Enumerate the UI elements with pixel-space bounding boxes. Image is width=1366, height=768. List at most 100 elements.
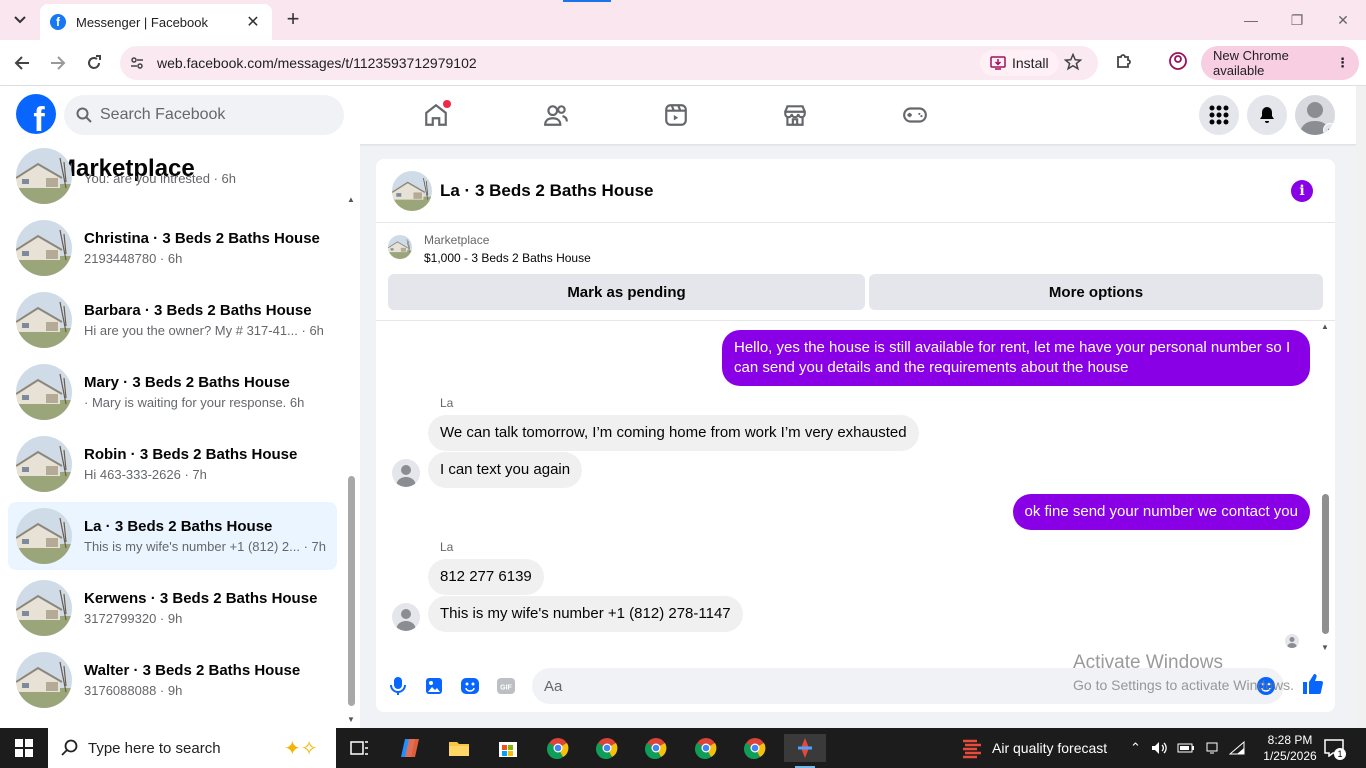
chrome-profile-1-app[interactable]: [540, 734, 576, 762]
message-bubble-outgoing[interactable]: ok fine send your number we contact you: [1012, 494, 1310, 530]
conversation-item[interactable]: Barbara · 3 Beds 2 Baths House Hi are you…: [8, 286, 337, 354]
listing-thumbnail: [16, 292, 72, 348]
install-app-button[interactable]: Install: [980, 50, 1059, 76]
copilot-app[interactable]: [392, 734, 428, 762]
attach-photo-button[interactable]: [422, 674, 446, 698]
restore-icon[interactable]: ❐: [1274, 0, 1320, 40]
home-nav[interactable]: [421, 100, 451, 130]
message-bubble-incoming[interactable]: I can text you again: [428, 452, 583, 488]
system-clock[interactable]: 8:28 PM 1/25/2026: [1260, 732, 1320, 764]
minimize-icon[interactable]: —: [1228, 0, 1274, 40]
task-view-button[interactable]: [342, 734, 378, 762]
chrome-profile-5-app[interactable]: [737, 734, 773, 762]
extensions-icon[interactable]: [1114, 51, 1134, 71]
taskbar-search-input[interactable]: [88, 739, 258, 757]
notifications-button[interactable]: [1247, 95, 1287, 135]
facebook-search-input[interactable]: [100, 106, 320, 124]
chevron-up-icon[interactable]: ⌃: [1130, 740, 1141, 756]
message-bubble-incoming[interactable]: This is my wife's number +1 (812) 278-11…: [428, 596, 743, 632]
scrollbar-thumb[interactable]: [348, 476, 355, 706]
conversation-item[interactable]: La · 3 Beds 2 Baths House This is my wife…: [8, 502, 337, 570]
notification-center-button[interactable]: 1: [1322, 736, 1346, 760]
speaker-icon[interactable]: [1151, 741, 1167, 755]
conversation-item[interactable]: You: are you intrested · 6h: [8, 144, 337, 210]
new-chrome-available-button[interactable]: New Chrome available ⋮: [1201, 46, 1359, 80]
file-explorer-app[interactable]: [441, 734, 477, 762]
conversation-item[interactable]: Mary · 3 Beds 2 Baths House · Mary is wai…: [8, 358, 337, 426]
sender-avatar[interactable]: [392, 459, 420, 487]
facebook-logo[interactable]: f: [16, 94, 56, 134]
message-thread-scrollbar[interactable]: ▲ ▼: [1320, 322, 1332, 652]
conversation-info: Robin · 3 Beds 2 Baths House Hi 463-333-2…: [84, 446, 297, 482]
message-bubble-outgoing[interactable]: Hello, yes the house is still available …: [722, 330, 1310, 386]
page-scrollbar[interactable]: [1356, 86, 1366, 728]
tab-search-button[interactable]: [8, 8, 32, 32]
message-bubble-incoming[interactable]: We can talk tomorrow, I’m coming home fr…: [428, 415, 919, 451]
gaming-nav[interactable]: [900, 100, 930, 130]
close-window-icon[interactable]: ✕: [1320, 0, 1366, 40]
scrollbar-thumb[interactable]: [1322, 494, 1329, 634]
wifi-icon[interactable]: [1228, 741, 1245, 755]
start-button[interactable]: [0, 728, 48, 768]
sticker-button[interactable]: [458, 674, 482, 698]
scroll-down-icon[interactable]: ▼: [347, 715, 355, 724]
conversation-list-scrollbar[interactable]: ▲ ▼: [344, 194, 358, 728]
url-text: web.facebook.com/messages/t/112359371297…: [157, 55, 477, 71]
message-input-box[interactable]: [532, 668, 1284, 704]
browser-tab[interactable]: f Messenger | Facebook ✕: [40, 4, 272, 40]
chat-avatar[interactable]: [392, 170, 432, 211]
conversation-item[interactable]: Kerwens · 3 Beds 2 Baths House 3172799320…: [8, 574, 337, 642]
taskbar-search[interactable]: ✦✧: [48, 728, 336, 768]
more-options-button[interactable]: More options: [869, 274, 1323, 310]
friends-nav[interactable]: [541, 100, 571, 130]
battery-icon[interactable]: [1177, 743, 1195, 753]
facebook-search[interactable]: [64, 95, 344, 135]
new-tab-button[interactable]: +: [282, 8, 304, 30]
active-app[interactable]: [784, 734, 826, 768]
profile-icon[interactable]: [1168, 51, 1188, 71]
chat-title[interactable]: La · 3 Beds 2 Baths House: [440, 181, 654, 201]
omnibox[interactable]: web.facebook.com/messages/t/112359371297…: [120, 46, 1098, 80]
video-nav[interactable]: [661, 100, 691, 130]
conversation-item[interactable]: Robin · 3 Beds 2 Baths House Hi 463-333-2…: [8, 430, 337, 498]
conversation-preview: Hi are you the owner? My # 317-41... · 6…: [84, 323, 324, 338]
microsoft-store-app[interactable]: [490, 734, 526, 762]
scroll-up-icon[interactable]: ▲: [1321, 322, 1329, 331]
weather-widget[interactable]: Air quality forecast: [960, 728, 1107, 768]
emoji-button[interactable]: [1256, 676, 1276, 696]
facebook-logo-letter: f: [33, 101, 45, 134]
install-label: Install: [1012, 55, 1049, 71]
send-like-button[interactable]: [1301, 672, 1325, 696]
voice-clip-button[interactable]: [386, 674, 410, 698]
network-icon[interactable]: [1205, 741, 1219, 755]
chrome-profile-3-app[interactable]: [638, 734, 674, 762]
air-quality-icon: [963, 739, 981, 759]
listing-thumbnail[interactable]: [388, 235, 412, 259]
message-bubble-incoming[interactable]: 812 277 6139: [428, 559, 544, 595]
facebook-favicon-icon: f: [50, 14, 66, 30]
more-menu-icon[interactable]: ⋮: [1336, 55, 1349, 71]
conversation-item[interactable]: Christina · 3 Beds 2 Baths House 21934487…: [8, 214, 337, 282]
sender-avatar[interactable]: [392, 603, 420, 631]
tab-close-icon[interactable]: ✕: [244, 12, 262, 32]
chrome-icon: [695, 738, 717, 759]
scroll-down-icon[interactable]: ▼: [1321, 643, 1329, 652]
back-button[interactable]: [10, 51, 34, 75]
conversation-info-icon[interactable]: i: [1291, 180, 1313, 202]
menu-button[interactable]: [1199, 95, 1239, 135]
marketplace-nav[interactable]: [780, 100, 810, 130]
message-input[interactable]: [544, 677, 1224, 695]
scroll-up-icon[interactable]: ▲: [347, 195, 355, 204]
conversation-item[interactable]: Walter · 3 Beds 2 Baths House 3176088088 …: [8, 646, 337, 714]
bookmark-star-icon[interactable]: [1064, 53, 1082, 71]
reload-button[interactable]: [82, 51, 106, 75]
listing-price[interactable]: $1,000 - 3 Beds 2 Baths House: [424, 251, 591, 265]
chrome-profile-4-app[interactable]: [688, 734, 724, 762]
gif-button[interactable]: GIF: [494, 674, 518, 698]
forward-button[interactable]: [46, 51, 70, 75]
account-avatar[interactable]: ▾: [1295, 95, 1335, 135]
chrome-profile-2-app[interactable]: [589, 734, 625, 762]
mark-as-pending-button[interactable]: Mark as pending: [388, 274, 865, 310]
site-info-icon[interactable]: [126, 52, 148, 74]
image-icon: [426, 678, 442, 694]
